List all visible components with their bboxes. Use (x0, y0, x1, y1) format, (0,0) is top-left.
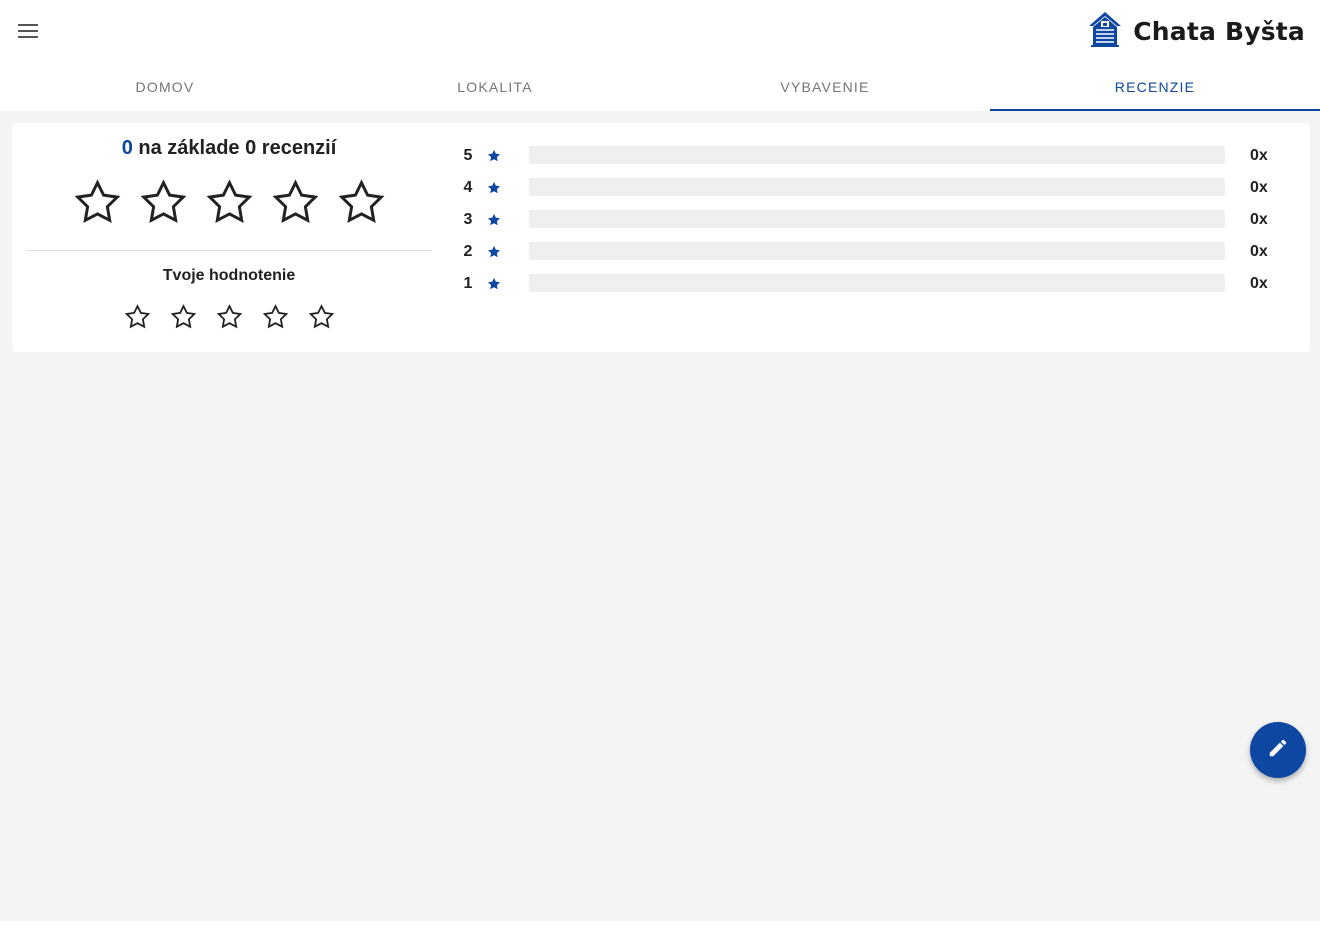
pencil-icon (1267, 737, 1289, 764)
brand-name: Chata Byšta (1133, 16, 1305, 46)
average-rating: 0 (121, 137, 133, 159)
star-filled-icon (487, 149, 501, 168)
distribution-bar (529, 178, 1225, 196)
your-rating-title: Tvoje hodnotenie (162, 267, 296, 284)
divider (26, 250, 432, 251)
summary-text: na základe 0 recenzií (138, 137, 337, 159)
hamburger-icon[interactable] (14, 19, 42, 43)
star-outline-icon (269, 177, 322, 235)
brand[interactable]: Chata Byšta (1085, 10, 1305, 52)
write-review-button[interactable] (1250, 722, 1306, 778)
distribution-stars-label: 1 (463, 275, 473, 292)
app-bar: Chata Byšta (0, 0, 1320, 62)
star-outline-icon (335, 177, 388, 235)
distribution-row: 1 0x (462, 268, 1282, 300)
rate-4-star-icon[interactable] (261, 303, 290, 337)
star-filled-icon (487, 277, 501, 296)
rate-5-star-icon[interactable] (307, 303, 336, 337)
distribution-row: 4 0x (462, 172, 1282, 204)
page-bottom-edge (0, 921, 1320, 928)
star-filled-icon (487, 181, 501, 200)
rate-1-star-icon[interactable] (123, 303, 152, 337)
distribution-stars-label: 3 (463, 211, 473, 228)
distribution-count: 0x (1250, 275, 1268, 292)
distribution-bar (529, 210, 1225, 228)
your-rating-stars (26, 303, 432, 337)
tab-domov[interactable]: DOMOV (0, 62, 330, 111)
distribution-row: 3 0x (462, 204, 1282, 236)
reviews-card: 0 na základe 0 recenzií Tvoje hodnotenie… (12, 123, 1310, 352)
distribution-count: 0x (1250, 243, 1268, 260)
distribution-stars-label: 2 (463, 243, 473, 260)
tab-lokalita[interactable]: LOKALITA (330, 62, 660, 111)
distribution-bar (529, 146, 1225, 164)
star-outline-icon (137, 177, 190, 235)
distribution-count: 0x (1250, 211, 1268, 228)
tab-vybavenie[interactable]: VYBAVENIE (660, 62, 990, 111)
cabin-logo-icon (1085, 9, 1125, 54)
distribution-count: 0x (1250, 179, 1268, 196)
star-outline-icon (203, 177, 256, 235)
rating-distribution: 5 0x 4 0x 3 0x 2 0x 1 0x (462, 140, 1282, 300)
rating-summary-line: 0 na základe 0 recenzií (26, 135, 432, 161)
distribution-stars-label: 5 (463, 147, 473, 164)
distribution-stars-label: 4 (463, 179, 473, 196)
distribution-row: 5 0x (462, 140, 1282, 172)
star-filled-icon (487, 213, 501, 232)
distribution-count: 0x (1250, 147, 1268, 164)
distribution-bar (529, 242, 1225, 260)
distribution-bar (529, 274, 1225, 292)
rate-3-star-icon[interactable] (215, 303, 244, 337)
distribution-row: 2 0x (462, 236, 1282, 268)
tab-recenzie[interactable]: RECENZIE (990, 62, 1320, 111)
star-outline-icon (71, 177, 124, 235)
rating-summary: 0 na základe 0 recenzií Tvoje hodnotenie (26, 135, 432, 329)
tab-bar: DOMOV LOKALITA VYBAVENIE RECENZIE (0, 62, 1320, 111)
star-filled-icon (487, 245, 501, 264)
average-stars (26, 177, 432, 235)
rate-2-star-icon[interactable] (169, 303, 198, 337)
